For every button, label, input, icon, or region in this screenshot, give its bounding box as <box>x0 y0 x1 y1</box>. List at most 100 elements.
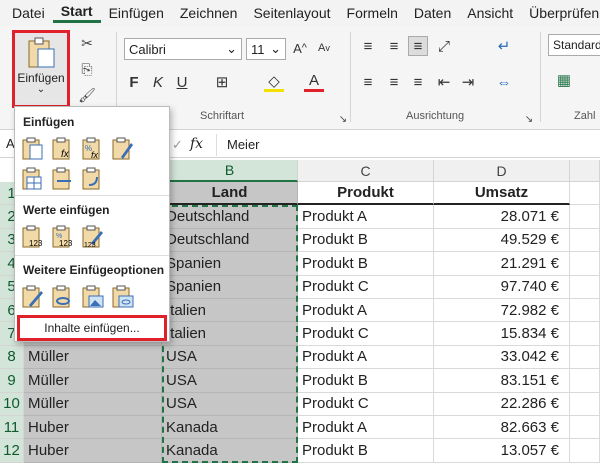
tab-ansicht[interactable]: Ansicht <box>459 5 521 21</box>
cell-e[interactable] <box>570 392 600 416</box>
orientation-icon[interactable]: ⤢ <box>434 36 454 56</box>
cell-e[interactable] <box>570 299 600 323</box>
cell-d[interactable]: 15.834 € <box>434 322 570 346</box>
cell-b[interactable]: Italien <box>162 299 298 323</box>
cell-d[interactable]: 28.071 € <box>434 205 570 229</box>
indent-increase-icon[interactable]: ⇥ <box>458 72 478 92</box>
cell-d[interactable]: 49.529 € <box>434 228 570 253</box>
cell-e[interactable] <box>570 205 600 229</box>
cell-b[interactable]: USA <box>162 369 298 393</box>
paste-special-button[interactable]: Inhalte einfügen... <box>17 315 167 341</box>
paste-button[interactable]: Einfügen ⌄ <box>12 30 70 108</box>
align-center-icon[interactable]: ≡ <box>384 72 404 92</box>
cell-e[interactable] <box>570 182 600 206</box>
cell-c[interactable]: Produkt C <box>298 322 434 346</box>
cell-b[interactable]: Kanada <box>162 439 298 463</box>
tab-formeln[interactable]: Formeln <box>339 5 406 21</box>
cell-b[interactable]: Spanien <box>162 252 298 276</box>
cell-c[interactable]: Produkt A <box>298 416 434 440</box>
cell-e[interactable] <box>570 228 600 253</box>
dialog-launcher-icon[interactable]: ↘ <box>520 110 538 128</box>
cell-e[interactable] <box>570 275 600 299</box>
copy-icon[interactable]: ⎘ <box>78 60 96 78</box>
paste-picture-icon[interactable] <box>81 285 105 309</box>
paste-keep-column-widths-icon[interactable] <box>51 167 75 191</box>
format-painter-icon[interactable]: 🖌 <box>78 86 96 104</box>
cell-e[interactable] <box>570 416 600 440</box>
font-name-select[interactable]: Calibri ⌄ <box>124 38 242 60</box>
check-icon[interactable]: ✓ <box>172 137 183 153</box>
number-format-select[interactable]: Standard <box>548 34 600 56</box>
cell-d[interactable]: 83.151 € <box>434 369 570 393</box>
cell-d[interactable]: 97.740 € <box>434 275 570 299</box>
currency-icon[interactable]: ▦ <box>554 70 574 90</box>
paste-no-borders-icon[interactable] <box>21 167 45 191</box>
column-header-c[interactable]: C <box>298 160 434 182</box>
cell-d[interactable]: Umsatz <box>434 182 570 206</box>
name-box[interactable]: A <box>0 136 15 151</box>
cell-d[interactable]: 72.982 € <box>434 299 570 323</box>
font-shrink-icon[interactable]: Av <box>314 38 334 58</box>
column-header-b[interactable]: B <box>162 160 298 182</box>
paste-values-number-format-icon[interactable]: %123 <box>51 225 75 249</box>
paste-formulas-icon[interactable]: fx <box>51 137 75 161</box>
cell-e[interactable] <box>570 322 600 346</box>
italic-icon[interactable]: K <box>148 72 168 92</box>
cell-a[interactable]: Müller <box>24 392 162 416</box>
scissors-icon[interactable]: ✂ <box>78 34 96 52</box>
cell-d[interactable]: 82.663 € <box>434 416 570 440</box>
align-bottom-icon[interactable]: ≡ <box>408 36 428 56</box>
wrap-text-icon[interactable]: ↵ <box>494 36 514 56</box>
row-header[interactable]: 11 <box>0 416 24 440</box>
tab-einfuegen[interactable]: Einfügen <box>101 5 172 21</box>
cell-b[interactable]: USA <box>162 392 298 416</box>
cell-b[interactable]: Kanada <box>162 416 298 440</box>
tab-start[interactable]: Start <box>52 3 101 23</box>
cell-c[interactable]: Produkt B <box>298 252 434 276</box>
formula-input[interactable]: Meier <box>216 134 600 156</box>
cell-c[interactable]: Produkt A <box>298 299 434 323</box>
paste-linked-picture-icon[interactable] <box>111 285 135 309</box>
column-header-e[interactable] <box>570 160 600 182</box>
align-middle-icon[interactable]: ≡ <box>384 36 404 56</box>
cell-e[interactable] <box>570 369 600 393</box>
row-header[interactable]: 9 <box>0 369 24 393</box>
tab-zeichnen[interactable]: Zeichnen <box>172 5 246 21</box>
cell-a[interactable]: Huber <box>24 439 162 463</box>
align-right-icon[interactable]: ≡ <box>408 72 428 92</box>
cell-a[interactable]: Müller <box>24 369 162 393</box>
cell-c[interactable]: Produkt B <box>298 228 434 253</box>
row-header[interactable]: 12 <box>0 439 24 463</box>
align-top-icon[interactable]: ≡ <box>358 36 378 56</box>
cell-d[interactable]: 13.057 € <box>434 439 570 463</box>
paste-formatting-icon[interactable] <box>21 285 45 309</box>
cell-e[interactable] <box>570 345 600 370</box>
cell-b[interactable]: Deutschland <box>162 205 298 229</box>
cell-d[interactable]: 21.291 € <box>434 252 570 276</box>
paste-values-source-formatting-icon[interactable]: 123 <box>81 225 105 249</box>
merge-cells-icon[interactable]: ⇔ <box>494 72 514 92</box>
cell-c[interactable]: Produkt B <box>298 369 434 393</box>
font-color-icon[interactable]: A <box>304 72 324 92</box>
column-header-d[interactable]: D <box>434 160 570 182</box>
cell-b[interactable]: USA <box>162 345 298 370</box>
cell-b[interactable]: Italien <box>162 322 298 346</box>
cell-d[interactable]: 22.286 € <box>434 392 570 416</box>
paste-icon[interactable] <box>21 137 45 161</box>
font-size-select[interactable]: 11 ⌄ <box>246 38 286 60</box>
bold-icon[interactable]: F <box>124 72 144 92</box>
cell-c[interactable]: Produkt C <box>298 275 434 299</box>
row-header[interactable]: 10 <box>0 392 24 416</box>
paste-link-icon[interactable] <box>51 285 75 309</box>
paste-keep-source-formatting-icon[interactable] <box>111 137 135 161</box>
cell-c[interactable]: Produkt A <box>298 205 434 229</box>
cell-e[interactable] <box>570 439 600 463</box>
font-grow-icon[interactable]: A ^ <box>290 38 310 58</box>
cell-c[interactable]: Produkt C <box>298 392 434 416</box>
indent-decrease-icon[interactable]: ⇤ <box>434 72 454 92</box>
cell-e[interactable] <box>570 252 600 276</box>
tab-datei[interactable]: Datei <box>4 5 53 21</box>
cell-c[interactable]: Produkt B <box>298 439 434 463</box>
border-icon[interactable]: ⊞ <box>212 72 232 92</box>
paste-formulas-number-format-icon[interactable]: %fx <box>81 137 105 161</box>
